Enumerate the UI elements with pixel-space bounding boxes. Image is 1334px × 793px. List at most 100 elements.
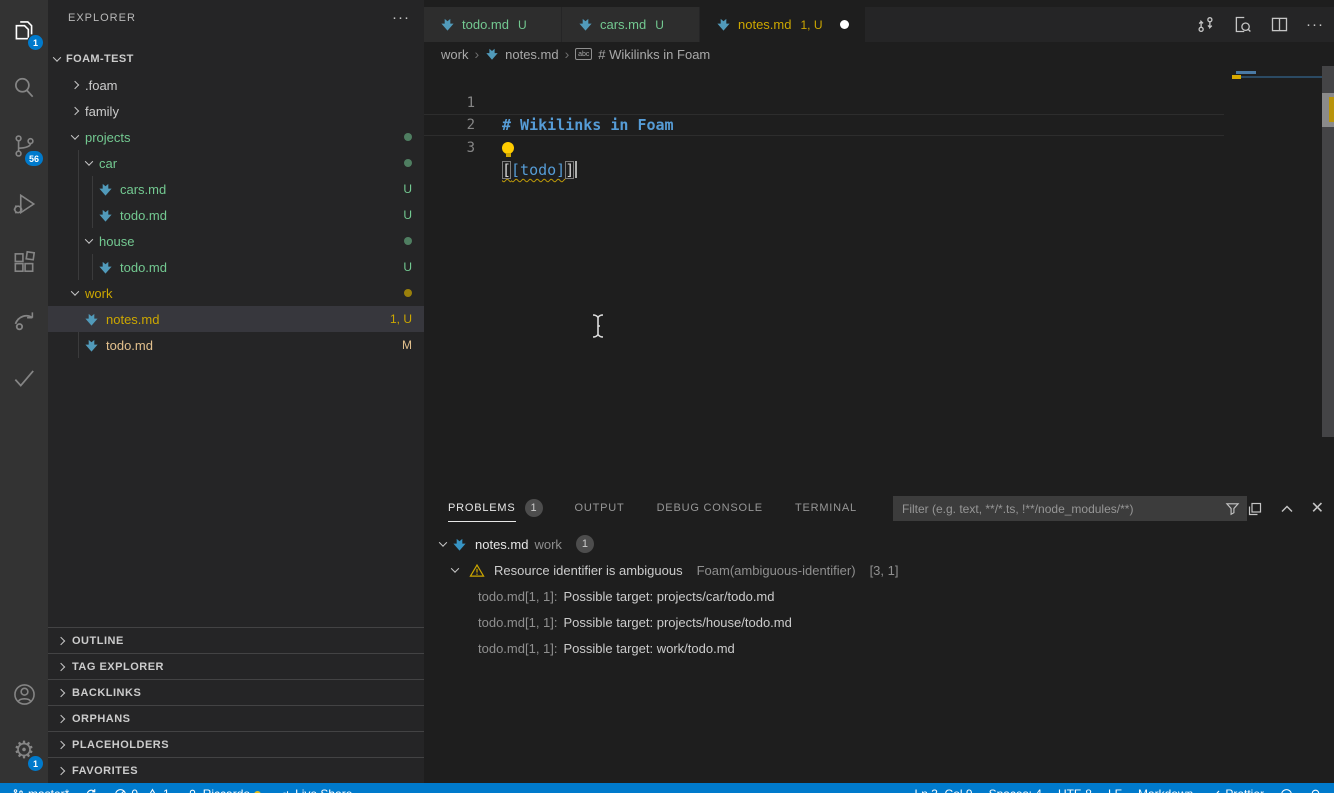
- panel-tab-output[interactable]: OUTPUT: [575, 490, 625, 525]
- more-actions-icon[interactable]: ···: [392, 10, 410, 25]
- wikilink-inner: [todo]: [511, 161, 566, 179]
- breadcrumb-folder[interactable]: work: [441, 47, 468, 62]
- problems-list: notes.md work 1 Resource identifier is a…: [424, 525, 1334, 661]
- chevron-down-icon: [84, 157, 94, 166]
- split-editor-icon[interactable]: [1269, 14, 1290, 35]
- cursor-position-status[interactable]: Ln 3, Col 9: [915, 787, 973, 793]
- tree-item-cars.md[interactable]: cars.md U: [48, 176, 424, 202]
- more-actions-icon[interactable]: ···: [1306, 17, 1324, 32]
- tree-item-notes.md[interactable]: notes.md 1, U: [48, 306, 424, 332]
- maximize-panel-icon[interactable]: [1247, 501, 1263, 517]
- changes-dot-badge: [404, 133, 412, 141]
- panel-tab-problems[interactable]: PROBLEMS 1: [448, 490, 543, 525]
- problems-filter-input[interactable]: [893, 496, 1247, 521]
- status-right: Ln 3, Col 9 Spaces: 4 UTF-8 LF Markdown …: [915, 787, 1322, 793]
- workspace-root-foam-test[interactable]: FOAM-TEST: [48, 47, 424, 71]
- sidebar-section-orphans[interactable]: ORPHANS: [48, 705, 424, 731]
- encoding-status[interactable]: UTF-8: [1058, 787, 1092, 793]
- explorer-activity-button[interactable]: 1: [0, 6, 48, 54]
- bracket-match-close: ]: [565, 161, 575, 179]
- text-cursor: [575, 161, 578, 178]
- editor-tab-todo.md[interactable]: todo.md U: [424, 7, 562, 42]
- tree-item-todo.md[interactable]: todo.md U: [48, 254, 424, 280]
- tree-item-family[interactable]: family: [48, 98, 424, 124]
- run-debug-icon: [13, 193, 36, 215]
- sidebar-section-outline[interactable]: OUTLINE: [48, 627, 424, 653]
- language-mode-status[interactable]: Markdown: [1138, 787, 1193, 793]
- related-location: todo.md[1, 1]:: [478, 640, 558, 656]
- search-activity-button[interactable]: [0, 64, 48, 112]
- related-info-row[interactable]: todo.md[1, 1]: Possible target: projects…: [424, 609, 1334, 635]
- problem-warning-row[interactable]: Resource identifier is ambiguous Foam(am…: [424, 557, 1334, 583]
- problem-file-row[interactable]: notes.md work 1: [424, 531, 1334, 557]
- chevron-down-icon: [438, 538, 448, 547]
- errors-warnings-status[interactable]: 0 1: [114, 787, 170, 793]
- tree-item-todo.md[interactable]: todo.md U: [48, 202, 424, 228]
- problems-count-badge: 1: [524, 498, 543, 517]
- settings-button[interactable]: ⚙ 1: [0, 727, 48, 775]
- sidebar-section-placeholders[interactable]: PLACEHOLDERS: [48, 731, 424, 757]
- file-tree: .foam family projects car cars.md U todo.md Uho…: [48, 72, 424, 358]
- chevron-separator: ›: [564, 46, 570, 62]
- search-icon: [15, 77, 34, 98]
- tree-item-car[interactable]: car: [48, 150, 424, 176]
- breadcrumb-symbol[interactable]: # Wikilinks in Foam: [598, 47, 710, 62]
- lightbulb-code-action-icon[interactable]: [502, 142, 514, 157]
- related-info-row[interactable]: todo.md[1, 1]: Possible target: projects…: [424, 583, 1334, 609]
- editor-scrollbar[interactable]: [1322, 63, 1334, 437]
- user-status[interactable]: Riccardo: [186, 787, 262, 793]
- checklist-activity-button[interactable]: [0, 354, 48, 402]
- panel-tab-terminal[interactable]: TERMINAL: [795, 490, 857, 525]
- indentation-status[interactable]: Spaces: 4: [989, 787, 1042, 793]
- tree-item-.foam[interactable]: .foam: [48, 72, 424, 98]
- panel-tab-debug-console[interactable]: DEBUG CONSOLE: [657, 490, 763, 525]
- editor-tab-notes.md[interactable]: notes.md 1, U: [700, 7, 866, 42]
- live-share-activity-button[interactable]: [0, 296, 48, 344]
- sidebar-section-favorites[interactable]: FAVORITES: [48, 757, 424, 783]
- markdown-file-icon: [486, 48, 498, 60]
- related-message: Possible target: work/todo.md: [563, 640, 735, 656]
- filter-funnel-icon[interactable]: [1225, 501, 1240, 516]
- run-debug-activity-button[interactable]: [0, 180, 48, 228]
- panel-header: PROBLEMS 1 OUTPUT DEBUG CONSOLE TERMINAL ✕: [424, 490, 1334, 525]
- problem-file-path: work: [534, 536, 562, 552]
- git-status-badge: U: [403, 208, 412, 222]
- problem-position: [3, 1]: [869, 562, 899, 578]
- wikilink-text: [[todo]]: [502, 159, 578, 181]
- source-control-activity-button[interactable]: 56: [0, 122, 48, 170]
- tree-item-label: todo.md: [120, 207, 167, 223]
- dirty-indicator-dot[interactable]: [839, 20, 849, 29]
- tree-item-work[interactable]: work: [48, 280, 424, 306]
- markdown-file-icon: [85, 313, 98, 326]
- open-preview-icon[interactable]: [1232, 14, 1253, 35]
- changes-dot-badge: [404, 289, 412, 297]
- sync-icon[interactable]: [85, 788, 98, 793]
- open-changes-icon[interactable]: [1195, 14, 1216, 35]
- tree-item-house[interactable]: house: [48, 228, 424, 254]
- close-panel-icon[interactable]: ✕: [1311, 500, 1324, 517]
- account-button[interactable]: [0, 670, 48, 718]
- tree-item-label: todo.md: [120, 259, 167, 275]
- chevron-down-icon: [70, 131, 80, 140]
- breadcrumb-file[interactable]: notes.md: [505, 47, 558, 62]
- code-line-2: 2: [424, 92, 1224, 157]
- tree-item-todo.md[interactable]: todo.md M: [48, 332, 424, 358]
- editor-code-area[interactable]: 1 # Wikilinks in Foam 2 3 [[todo]]: [424, 66, 1334, 490]
- eol-status[interactable]: LF: [1108, 787, 1122, 793]
- editor-tab-cars.md[interactable]: cars.md U: [562, 7, 700, 42]
- minimap[interactable]: [1232, 66, 1322, 146]
- git-branch-status[interactable]: master*: [12, 787, 69, 793]
- chevron-up-icon[interactable]: [1280, 502, 1294, 516]
- feedback-smiley-icon[interactable]: [1280, 788, 1293, 793]
- sidebar-section-backlinks[interactable]: BACKLINKS: [48, 679, 424, 705]
- live-share-status[interactable]: Live Share: [277, 787, 352, 793]
- tree-item-label: .foam: [85, 77, 118, 93]
- tree-item-projects[interactable]: projects: [48, 124, 424, 150]
- user-name: Riccardo: [203, 787, 250, 793]
- formatter-status[interactable]: Prettier: [1209, 787, 1264, 793]
- related-info-row[interactable]: todo.md[1, 1]: Possible target: work/tod…: [424, 635, 1334, 661]
- extensions-activity-button[interactable]: [0, 238, 48, 286]
- sidebar-section-tag-explorer[interactable]: TAG EXPLORER: [48, 653, 424, 679]
- notifications-bell-icon[interactable]: [1309, 788, 1322, 793]
- chevron-down-icon: [52, 53, 62, 62]
